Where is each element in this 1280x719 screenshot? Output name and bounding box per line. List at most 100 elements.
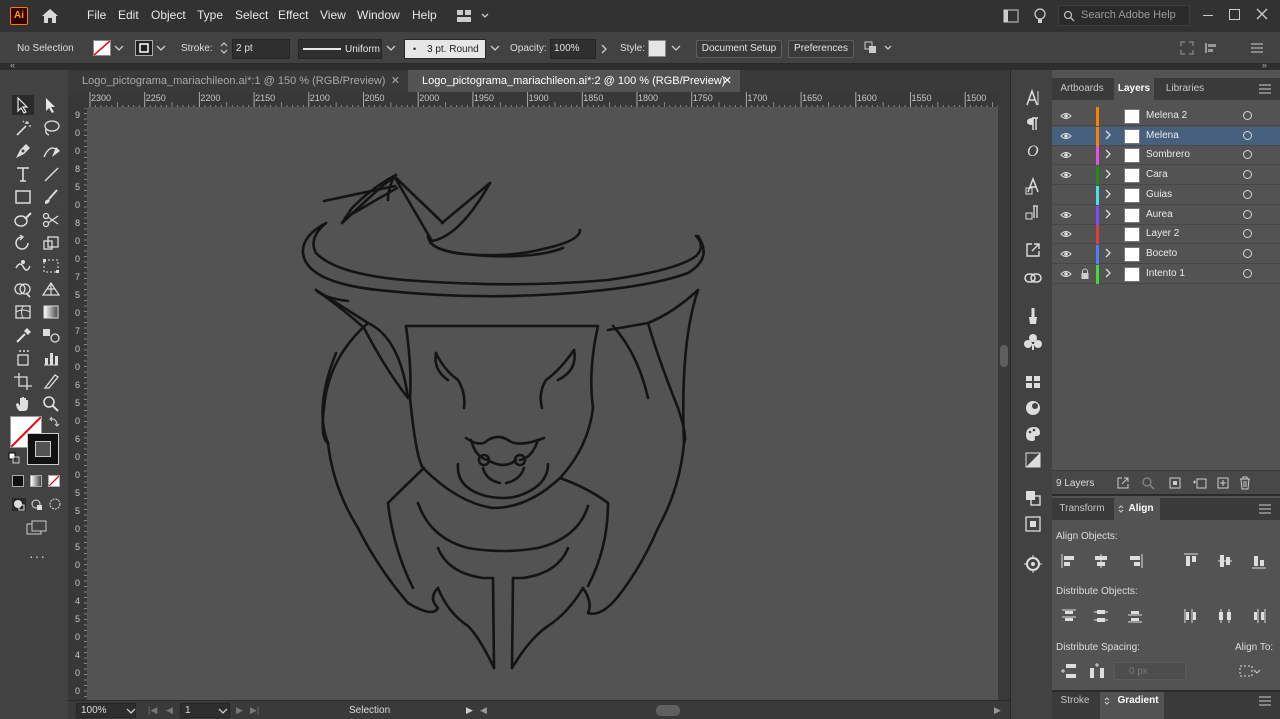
magic-wand-tool-icon[interactable] bbox=[12, 118, 34, 138]
visibility-eye-icon[interactable] bbox=[1060, 111, 1072, 121]
lock-icon[interactable] bbox=[1080, 130, 1090, 142]
menu-help[interactable]: Help bbox=[412, 8, 437, 22]
layer-row[interactable]: Melena bbox=[1052, 126, 1280, 146]
arrange-icon[interactable] bbox=[864, 40, 894, 56]
gradient-tab-updown-icon[interactable] bbox=[1104, 696, 1110, 706]
layer-row[interactable]: Aurea bbox=[1052, 205, 1280, 225]
align-toolbar-icon[interactable] bbox=[1204, 41, 1220, 55]
spacing-value-field[interactable]: 0 px bbox=[1114, 662, 1186, 680]
hand-tool-icon[interactable] bbox=[12, 394, 34, 414]
eyedropper-tool-icon[interactable] bbox=[12, 325, 34, 345]
artboard-canvas[interactable] bbox=[88, 108, 998, 700]
ruler-origin[interactable] bbox=[68, 92, 88, 108]
expand-chevron-icon[interactable] bbox=[1104, 169, 1112, 179]
transform-panel-icon[interactable] bbox=[1023, 514, 1043, 534]
zoom-tool-icon[interactable] bbox=[40, 394, 62, 414]
swap-fill-stroke-icon[interactable] bbox=[48, 416, 60, 428]
restore-button[interactable] bbox=[1229, 9, 1240, 20]
transform-icon[interactable] bbox=[1180, 41, 1194, 55]
align-vertical-center-icon[interactable] bbox=[1216, 552, 1234, 570]
menu-object[interactable]: Object bbox=[151, 8, 186, 22]
line-tool-icon[interactable] bbox=[40, 164, 62, 184]
align-panel-menu-icon[interactable] bbox=[1259, 504, 1271, 514]
lock-icon[interactable] bbox=[1080, 228, 1090, 240]
close-window-button[interactable] bbox=[1255, 7, 1269, 21]
draw-normal-icon[interactable] bbox=[12, 498, 26, 511]
distribute-horizontal-space-icon[interactable] bbox=[1088, 662, 1106, 680]
layer-name[interactable]: Sombrero bbox=[1146, 149, 1190, 160]
style-swatch[interactable] bbox=[648, 40, 666, 57]
first-artboard-icon[interactable]: |◀ bbox=[148, 705, 157, 716]
scale-tool-icon[interactable] bbox=[40, 233, 62, 253]
paragraph-styles-icon[interactable] bbox=[1023, 202, 1043, 222]
lock-icon[interactable] bbox=[1080, 149, 1090, 161]
visibility-eye-icon[interactable] bbox=[1060, 249, 1072, 259]
layer-row[interactable]: Melena 2 bbox=[1052, 107, 1280, 126]
previous-artboard-icon[interactable]: ◀ bbox=[166, 705, 173, 716]
layer-name[interactable]: Cara bbox=[1146, 169, 1168, 180]
search-input[interactable]: Search Adobe Help bbox=[1058, 5, 1190, 26]
lion-mariachi-artwork[interactable] bbox=[88, 108, 998, 700]
symbols-panel-icon[interactable] bbox=[1023, 332, 1043, 352]
expand-chevron-icon[interactable] bbox=[1104, 268, 1112, 278]
tab-layers[interactable]: Layers bbox=[1114, 78, 1154, 100]
target-circle-icon[interactable] bbox=[1243, 150, 1252, 160]
color-mode-icon[interactable] bbox=[12, 475, 24, 487]
target-circle-icon[interactable] bbox=[1243, 111, 1252, 120]
expand-chevron-icon[interactable] bbox=[1104, 130, 1112, 140]
export-panel-icon[interactable] bbox=[1023, 240, 1043, 260]
paragraph-panel-icon[interactable] bbox=[1023, 114, 1043, 134]
visibility-eye-icon[interactable] bbox=[1060, 190, 1072, 200]
target-circle-icon[interactable] bbox=[1243, 248, 1252, 258]
shaper-tool-icon[interactable] bbox=[12, 210, 34, 230]
layer-row[interactable]: Sombrero bbox=[1052, 146, 1280, 166]
visibility-eye-icon[interactable] bbox=[1060, 131, 1072, 141]
character-styles-icon[interactable] bbox=[1023, 176, 1043, 196]
target-circle-icon[interactable] bbox=[1243, 209, 1252, 219]
document-setup-button[interactable]: Document Setup bbox=[696, 40, 782, 58]
collapse-right-icon[interactable]: » bbox=[1262, 60, 1267, 70]
style-chevron-icon[interactable] bbox=[671, 44, 681, 52]
workspace-switcher-icon[interactable] bbox=[456, 9, 490, 23]
visibility-eye-icon[interactable] bbox=[1060, 210, 1072, 220]
align-to-dropdown-icon[interactable] bbox=[1238, 662, 1261, 680]
menu-file[interactable]: File bbox=[87, 8, 106, 22]
pathfinder-panel-icon[interactable] bbox=[1023, 488, 1043, 508]
distribute-vertical-space-icon[interactable] bbox=[1060, 662, 1078, 680]
layer-name[interactable]: Aurea bbox=[1146, 209, 1173, 220]
fill-swatch[interactable] bbox=[93, 40, 111, 56]
gradient-mode-icon[interactable] bbox=[30, 475, 42, 487]
curvature-tool-icon[interactable] bbox=[40, 141, 62, 161]
stroke-panel-icon[interactable] bbox=[1023, 554, 1043, 574]
blend-tool-icon[interactable] bbox=[40, 325, 62, 345]
menu-edit[interactable]: Edit bbox=[118, 8, 139, 22]
stroke-dropdown-icon[interactable] bbox=[156, 44, 166, 52]
minimize-button[interactable] bbox=[1203, 15, 1213, 16]
layer-name[interactable]: Melena bbox=[1146, 130, 1179, 141]
align-left-icon[interactable] bbox=[1060, 552, 1078, 570]
symbol-sprayer-tool-icon[interactable] bbox=[12, 348, 34, 368]
locate-object-icon[interactable] bbox=[1141, 476, 1155, 490]
appearance-panel-icon[interactable] bbox=[1023, 398, 1043, 418]
panel-menu-icon[interactable] bbox=[1259, 84, 1271, 94]
create-sublayer-icon[interactable] bbox=[1192, 476, 1208, 490]
doc-tab-1[interactable]: Logo_pictograma_mariachileon.ai*:1 @ 150… bbox=[68, 70, 408, 92]
vertical-scrollbar[interactable] bbox=[998, 92, 1010, 700]
collect-export-icon[interactable] bbox=[1116, 476, 1130, 490]
rectangle-tool-icon[interactable] bbox=[12, 187, 34, 207]
create-layer-icon[interactable] bbox=[1216, 476, 1230, 490]
target-circle-icon[interactable] bbox=[1243, 130, 1252, 140]
visibility-eye-icon[interactable] bbox=[1060, 229, 1072, 239]
fill-dropdown-icon[interactable] bbox=[114, 44, 124, 52]
shape-builder-tool-icon[interactable] bbox=[12, 279, 34, 299]
horizontal-ruler[interactable]: 2300 2250 2200 2150 2100 2050 2000 1950 1900 1850… bbox=[88, 92, 998, 108]
control-menu-icon[interactable] bbox=[1251, 43, 1263, 53]
last-artboard-icon[interactable]: ▶| bbox=[250, 705, 259, 716]
delete-layer-icon[interactable] bbox=[1238, 476, 1252, 490]
selection-tool-icon[interactable] bbox=[12, 95, 34, 115]
profile-chevron-icon[interactable] bbox=[386, 44, 396, 52]
distribute-vertical-center-icon[interactable] bbox=[1092, 607, 1110, 625]
brushes-panel-icon[interactable] bbox=[1023, 306, 1043, 326]
close-icon[interactable]: ✕ bbox=[723, 70, 732, 92]
rotate-tool-icon[interactable] bbox=[12, 233, 34, 253]
